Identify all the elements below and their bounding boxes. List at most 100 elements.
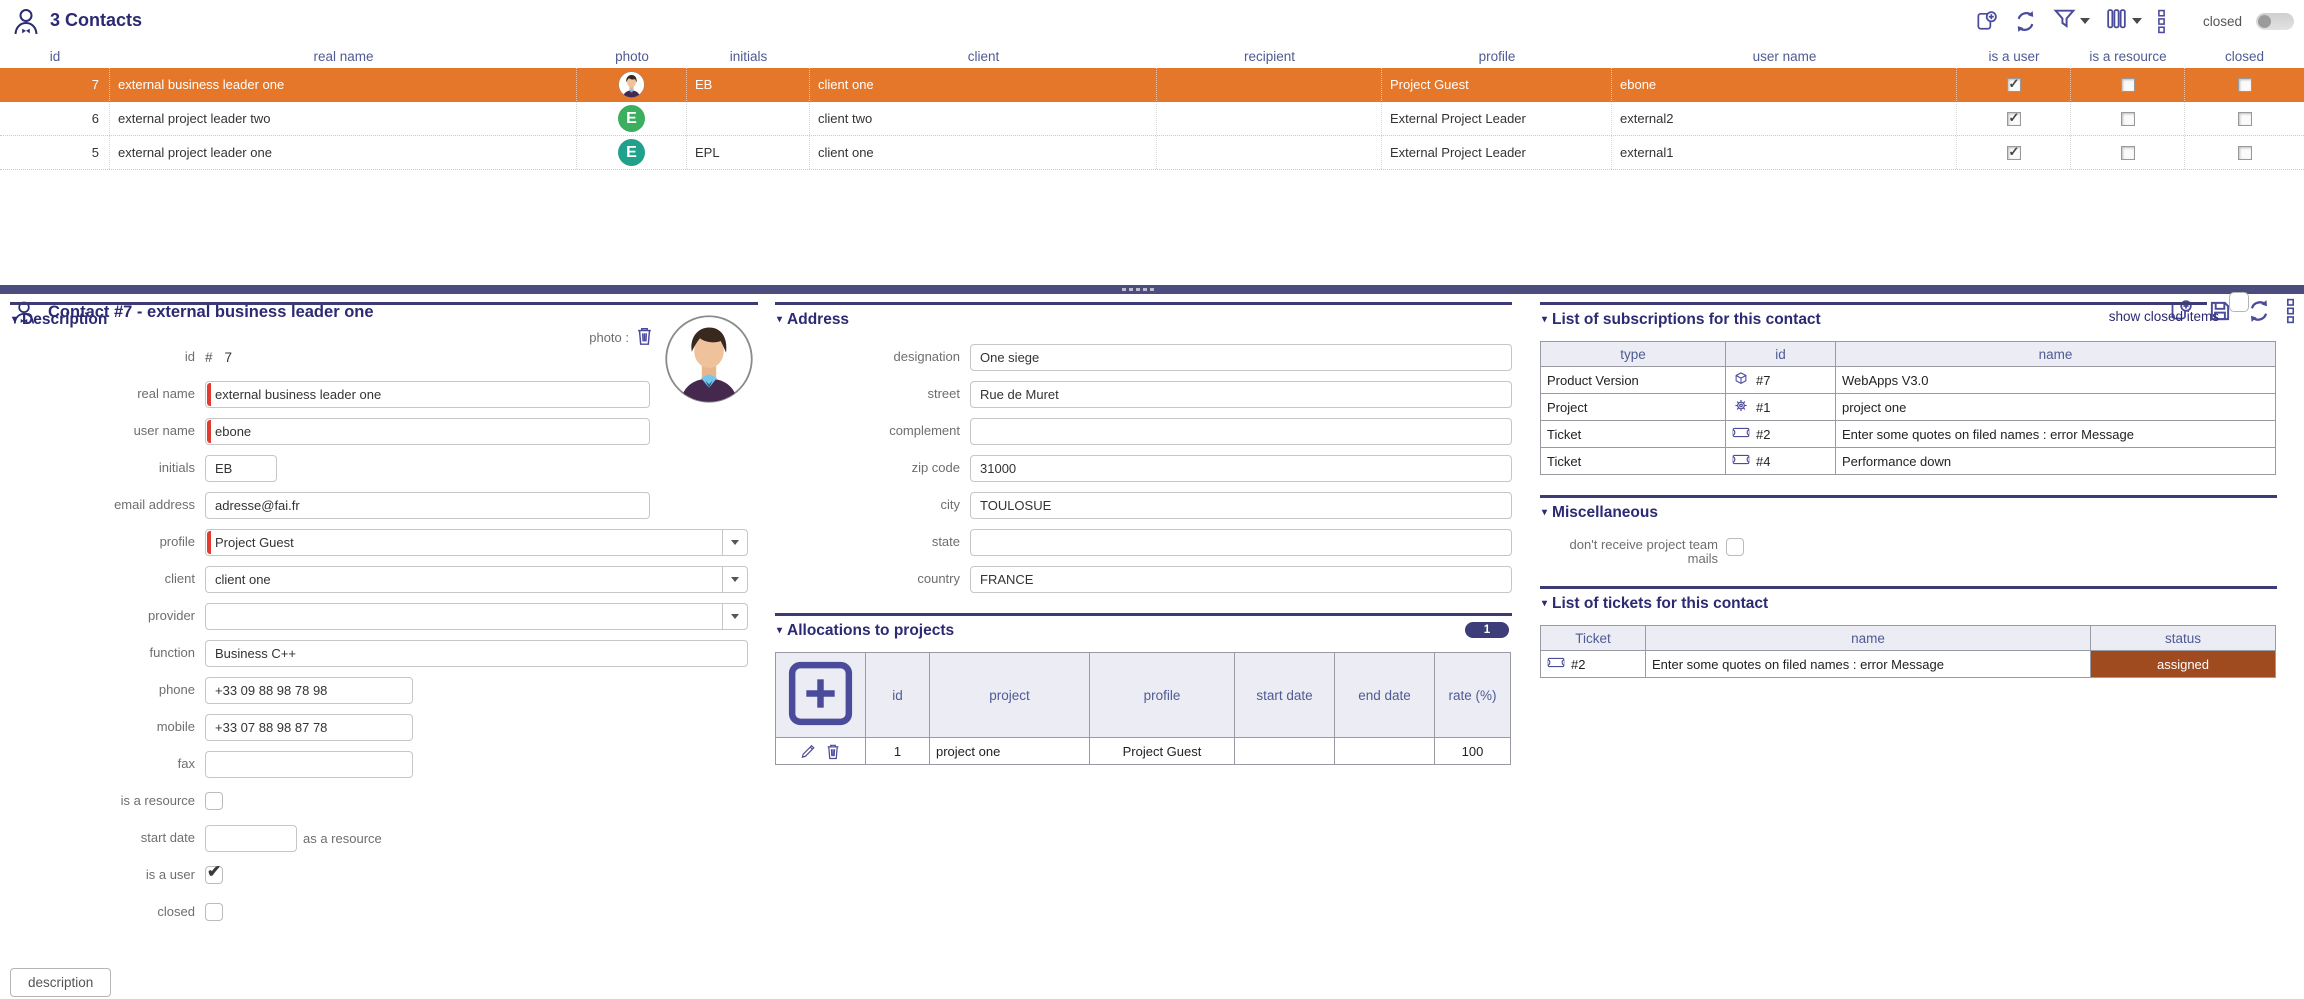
closed-toggle-label: closed xyxy=(2203,14,2242,29)
refresh-icon[interactable] xyxy=(2013,9,2038,34)
country-input[interactable]: FRANCE xyxy=(970,566,1512,593)
field-row: is a resource xyxy=(10,787,758,815)
field-label: start date xyxy=(10,831,195,845)
add-line-icon[interactable] xyxy=(780,722,861,737)
contact-row[interactable]: 7external business leader oneEBclient on… xyxy=(0,68,2304,102)
street-input[interactable]: Rue de Muret xyxy=(970,381,1512,408)
allocations-count-badge: 1 xyxy=(1465,622,1509,638)
column-header[interactable]: initials xyxy=(687,44,810,68)
select-dropdown-button[interactable] xyxy=(722,604,747,629)
allocations-table: idprojectprofilestart dateend daterate (… xyxy=(775,652,1512,765)
section-allocations: ▾Allocations to projects 1 idprojectprof… xyxy=(775,613,1512,765)
zip-code-input[interactable]: 31000 xyxy=(970,455,1512,482)
ticket-icon xyxy=(1732,425,1750,443)
column-header[interactable]: photo xyxy=(577,44,687,68)
subscription-row[interactable]: Ticket#2Enter some quotes on filed names… xyxy=(1541,421,2276,448)
column-header[interactable]: is a resource xyxy=(2071,44,2185,68)
function-input[interactable]: Business C++ xyxy=(205,640,748,667)
provider-select[interactable] xyxy=(205,603,748,630)
column-header[interactable]: client xyxy=(810,44,1157,68)
section-allocations-title[interactable]: ▾Allocations to projects xyxy=(775,616,1512,642)
ticket-row[interactable]: #2Enter some quotes on filed names : err… xyxy=(1541,651,2276,678)
list-header: 3 Contacts closed xyxy=(0,0,2304,44)
column-header[interactable] xyxy=(776,653,866,738)
column-header[interactable]: profile xyxy=(1382,44,1612,68)
closed-toggle[interactable] xyxy=(2256,13,2294,30)
kebab-menu-icon[interactable] xyxy=(2285,298,2296,324)
cell-id: 6 xyxy=(0,102,110,135)
field-label: zip code xyxy=(775,461,960,475)
mobile-input[interactable]: +33 07 88 98 87 78 xyxy=(205,714,413,741)
field-label: initials xyxy=(10,461,195,475)
field-label: closed xyxy=(10,905,195,919)
section-address-title[interactable]: ▾Address xyxy=(775,305,1512,331)
phone-input[interactable]: +33 09 88 98 78 98 xyxy=(205,677,413,704)
field-row: profileProject Guest xyxy=(10,528,758,556)
dont-receive-mails-checkbox[interactable] xyxy=(1726,538,1744,556)
field-row: initials EB xyxy=(10,454,758,482)
start-date-input[interactable] xyxy=(205,825,297,852)
tab-description[interactable]: description xyxy=(10,968,111,997)
splitter-drag-handle[interactable] xyxy=(1122,288,1154,291)
trash-icon[interactable] xyxy=(635,326,654,349)
profile-select[interactable]: Project Guest xyxy=(205,529,748,556)
designation-input[interactable]: One siege xyxy=(970,344,1512,371)
contact-photo-thumb xyxy=(618,71,645,98)
column-header: start date xyxy=(1235,653,1335,738)
cell-recipient xyxy=(1157,136,1382,169)
fax-input[interactable] xyxy=(205,751,413,778)
field-label: client xyxy=(10,572,195,586)
field-row: start date as a resource xyxy=(10,824,758,852)
real-name-input[interactable]: external business leader one xyxy=(205,381,650,408)
contact-row[interactable]: 5external project leader oneEEPLclient o… xyxy=(0,136,2304,170)
is-a-resource-checkbox[interactable] xyxy=(205,792,223,810)
allocations-table-grid: idprojectprofilestart dateend daterate (… xyxy=(775,652,1511,765)
show-closed-items-checkbox[interactable] xyxy=(2229,292,2249,312)
state-input[interactable] xyxy=(970,529,1512,556)
edit-icon[interactable] xyxy=(800,743,816,760)
filter-icon[interactable] xyxy=(2052,6,2090,36)
cell-user-name: ebone xyxy=(1612,68,1957,101)
field-label: provider xyxy=(10,609,195,623)
section-tickets-title[interactable]: ▾List of tickets for this contact xyxy=(1540,589,2277,615)
user-name-input[interactable]: ebone xyxy=(205,418,650,445)
columns-icon[interactable] xyxy=(2104,6,2142,36)
collapse-caret-icon: ▾ xyxy=(777,314,782,325)
cell-real-name: external business leader one xyxy=(110,68,577,101)
field-suffix-label: as a resource xyxy=(303,831,382,846)
is-a-user-checkbox[interactable] xyxy=(205,866,223,884)
complement-input[interactable] xyxy=(970,418,1512,445)
allocation-row[interactable]: 1project oneProject Guest100 xyxy=(776,738,1511,765)
field-label: is a resource xyxy=(10,794,195,808)
ticket-icon xyxy=(1547,655,1565,673)
contact-id-value: 7 xyxy=(225,350,233,365)
select-dropdown-button[interactable] xyxy=(722,530,747,555)
field-label: city xyxy=(775,498,960,512)
city-input[interactable]: TOULOSUE xyxy=(970,492,1512,519)
column-header[interactable]: closed xyxy=(2185,44,2304,68)
client-select[interactable]: client one xyxy=(205,566,748,593)
closed-checkbox[interactable] xyxy=(205,903,223,921)
subscription-row[interactable]: Product Version#7WebApps V3.0 xyxy=(1541,367,2276,394)
field-label: function xyxy=(10,646,195,660)
panel-splitter[interactable] xyxy=(0,285,2304,294)
section-description: ▾Description photo : id#7real nameextern… xyxy=(10,302,758,926)
delete-icon[interactable] xyxy=(825,743,841,760)
subscription-row[interactable]: Project#1project one xyxy=(1541,394,2276,421)
description-fields: id#7real nameexternal business leader on… xyxy=(10,343,758,926)
column-header[interactable]: id xyxy=(0,44,110,68)
subscription-row[interactable]: Ticket#4Performance down xyxy=(1541,448,2276,475)
select-dropdown-button[interactable] xyxy=(722,567,747,592)
contact-row[interactable]: 6external project leader twoEclient twoE… xyxy=(0,102,2304,136)
column-header[interactable]: recipient xyxy=(1157,44,1382,68)
section-miscellaneous-title[interactable]: ▾Miscellaneous xyxy=(1540,498,2277,524)
column-header[interactable]: real name xyxy=(110,44,577,68)
cell-user-name: external2 xyxy=(1612,102,1957,135)
email-address-input[interactable]: adresse@fai.fr xyxy=(205,492,650,519)
column-header[interactable]: is a user xyxy=(1957,44,2071,68)
section-tickets: ▾List of tickets for this contact Ticket… xyxy=(1540,586,2277,678)
kebab-menu-icon[interactable] xyxy=(2156,9,2167,34)
add-icon[interactable] xyxy=(1974,9,1999,34)
initials-input[interactable]: EB xyxy=(205,455,277,482)
column-header[interactable]: user name xyxy=(1612,44,1957,68)
